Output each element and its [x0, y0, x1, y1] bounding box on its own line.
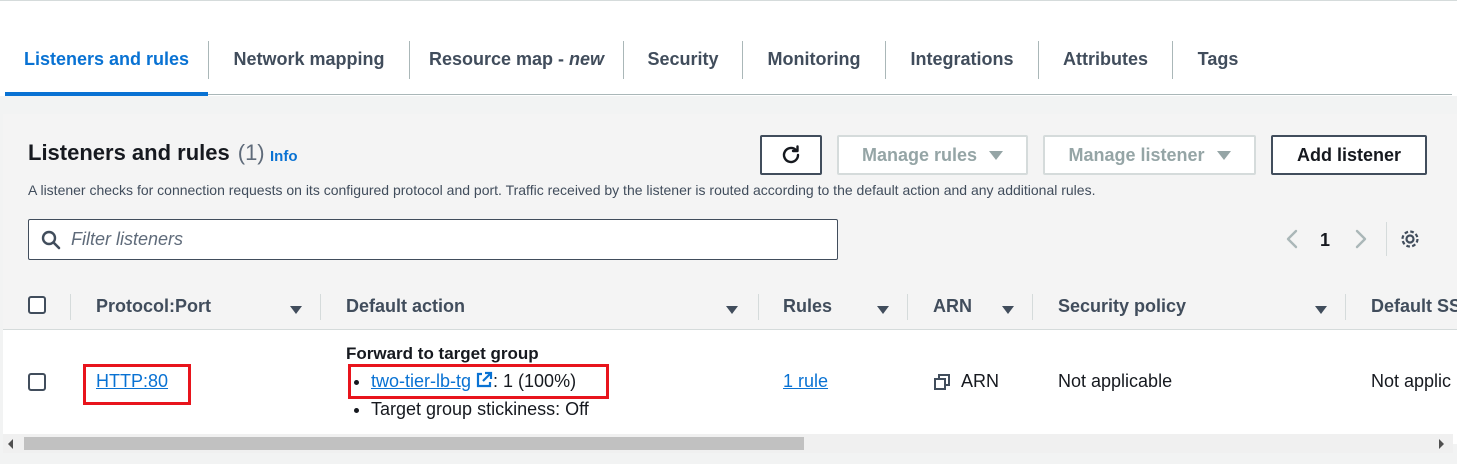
tab-bar: Listeners and rules Network mapping Reso… — [0, 0, 1457, 96]
caret-down-icon — [989, 150, 1004, 160]
refresh-button[interactable] — [760, 135, 822, 175]
info-link[interactable]: Info — [270, 148, 298, 165]
tab-active-indicator — [5, 92, 208, 96]
default-ssl-value: Not applic — [1371, 371, 1452, 391]
sort-caret-icon[interactable] — [876, 302, 890, 320]
panel-title-text: Listeners and rules — [28, 140, 230, 165]
horizontal-scrollbar[interactable] — [3, 434, 1453, 453]
tab-attributes[interactable]: Attributes — [1039, 41, 1172, 77]
filter-listeners-input[interactable] — [71, 229, 811, 250]
column-divider — [1345, 294, 1346, 320]
tab-monitoring[interactable]: Monitoring — [743, 41, 885, 77]
panel-header: Listeners and rules (1) Info A listener … — [3, 114, 1457, 282]
column-security-policy[interactable]: Security policy — [1058, 296, 1186, 317]
sort-caret-icon[interactable] — [1001, 302, 1015, 320]
tab-label: Integrations — [910, 48, 1014, 69]
sort-caret-icon[interactable] — [725, 302, 739, 320]
arn-copy[interactable]: ARN — [933, 371, 999, 392]
column-protocol-port[interactable]: Protocol:Port — [96, 296, 211, 317]
tab-label: Resource map - — [428, 48, 570, 69]
tab-security[interactable]: Security — [624, 41, 742, 77]
page-number[interactable]: 1 — [1320, 230, 1330, 251]
default-action-title: Forward to target group — [346, 344, 539, 363]
column-default-ssl[interactable]: Default SS — [1371, 296, 1457, 317]
security-policy-value: Not applicable — [1058, 371, 1173, 391]
scroll-right-arrow-icon[interactable] — [1439, 439, 1444, 449]
sort-caret-icon[interactable] — [289, 302, 303, 320]
table-header: Protocol:Port Default action Rules ARN S… — [3, 282, 1457, 330]
column-divider — [320, 294, 321, 320]
target-group-link[interactable]: two-tier-lb-tg — [371, 371, 471, 391]
scrollbar-thumb[interactable] — [24, 437, 804, 450]
listeners-panel: Listeners and rules (1) Info A listener … — [3, 114, 1457, 444]
filter-listeners-field[interactable] — [28, 219, 838, 260]
add-listener-label: Add listener — [1296, 144, 1402, 165]
protocol-port-link[interactable]: HTTP:80 — [96, 371, 168, 392]
tab-new-label: new — [569, 48, 605, 69]
tab-listeners-and-rules[interactable]: Listeners and rules — [5, 41, 208, 77]
scroll-left-arrow-icon[interactable] — [8, 439, 13, 449]
tab-integrations[interactable]: Integrations — [886, 41, 1038, 77]
arn-label: ARN — [961, 371, 1000, 391]
add-listener-button[interactable]: Add listener — [1271, 135, 1427, 175]
tab-label: Monitoring — [767, 48, 861, 69]
sort-caret-icon[interactable] — [1314, 302, 1328, 320]
manage-listener-label: Manage listener — [1068, 144, 1205, 165]
target-group-item: two-tier-lb-tg : 1 (100%) — [354, 371, 576, 392]
pager-divider — [1386, 222, 1387, 256]
column-rules[interactable]: Rules — [783, 296, 832, 317]
tab-label: Listeners and rules — [23, 48, 190, 69]
tab-network-mapping[interactable]: Network mapping — [209, 41, 409, 77]
column-arn[interactable]: ARN — [933, 296, 972, 317]
tab-bar-divider — [5, 94, 1452, 95]
column-divider — [758, 294, 759, 320]
column-default-action[interactable]: Default action — [346, 296, 465, 317]
bullet — [354, 379, 359, 385]
tab-label: Tags — [1197, 48, 1239, 69]
stickiness-item: Target group stickiness: Off — [354, 399, 589, 420]
select-all-checkbox[interactable] — [28, 296, 46, 314]
bullet — [354, 407, 359, 413]
tab-label: Attributes — [1063, 48, 1148, 69]
column-divider — [70, 294, 71, 320]
row-select-checkbox[interactable] — [28, 373, 46, 391]
listener-count: (1) — [237, 140, 265, 165]
column-divider — [907, 294, 908, 320]
tab-label: Network mapping — [233, 48, 385, 69]
manage-rules-label: Manage rules — [861, 144, 978, 165]
target-weight: : 1 (100%) — [493, 371, 577, 391]
manage-listener-button[interactable]: Manage listener — [1043, 135, 1256, 175]
gear-icon[interactable] — [1399, 228, 1421, 255]
panel-title: Listeners and rules (1) — [28, 140, 265, 166]
column-divider — [1032, 294, 1033, 320]
stickiness-text: Target group stickiness: Off — [371, 399, 589, 419]
caret-down-icon — [1216, 150, 1231, 160]
chevron-left-icon[interactable] — [1284, 228, 1300, 255]
rules-link[interactable]: 1 rule — [783, 371, 828, 392]
tab-resource-map[interactable]: Resource map - new — [410, 41, 623, 77]
refresh-icon — [782, 145, 800, 164]
panel-description: A listener checks for connection request… — [28, 182, 1096, 198]
manage-rules-button[interactable]: Manage rules — [837, 135, 1028, 175]
external-link-icon[interactable] — [475, 371, 493, 389]
copy-icon[interactable] — [933, 373, 951, 391]
chevron-right-icon[interactable] — [1353, 228, 1369, 255]
search-icon — [41, 230, 61, 249]
tab-tags[interactable]: Tags — [1173, 41, 1263, 77]
tab-label: Security — [647, 48, 719, 69]
